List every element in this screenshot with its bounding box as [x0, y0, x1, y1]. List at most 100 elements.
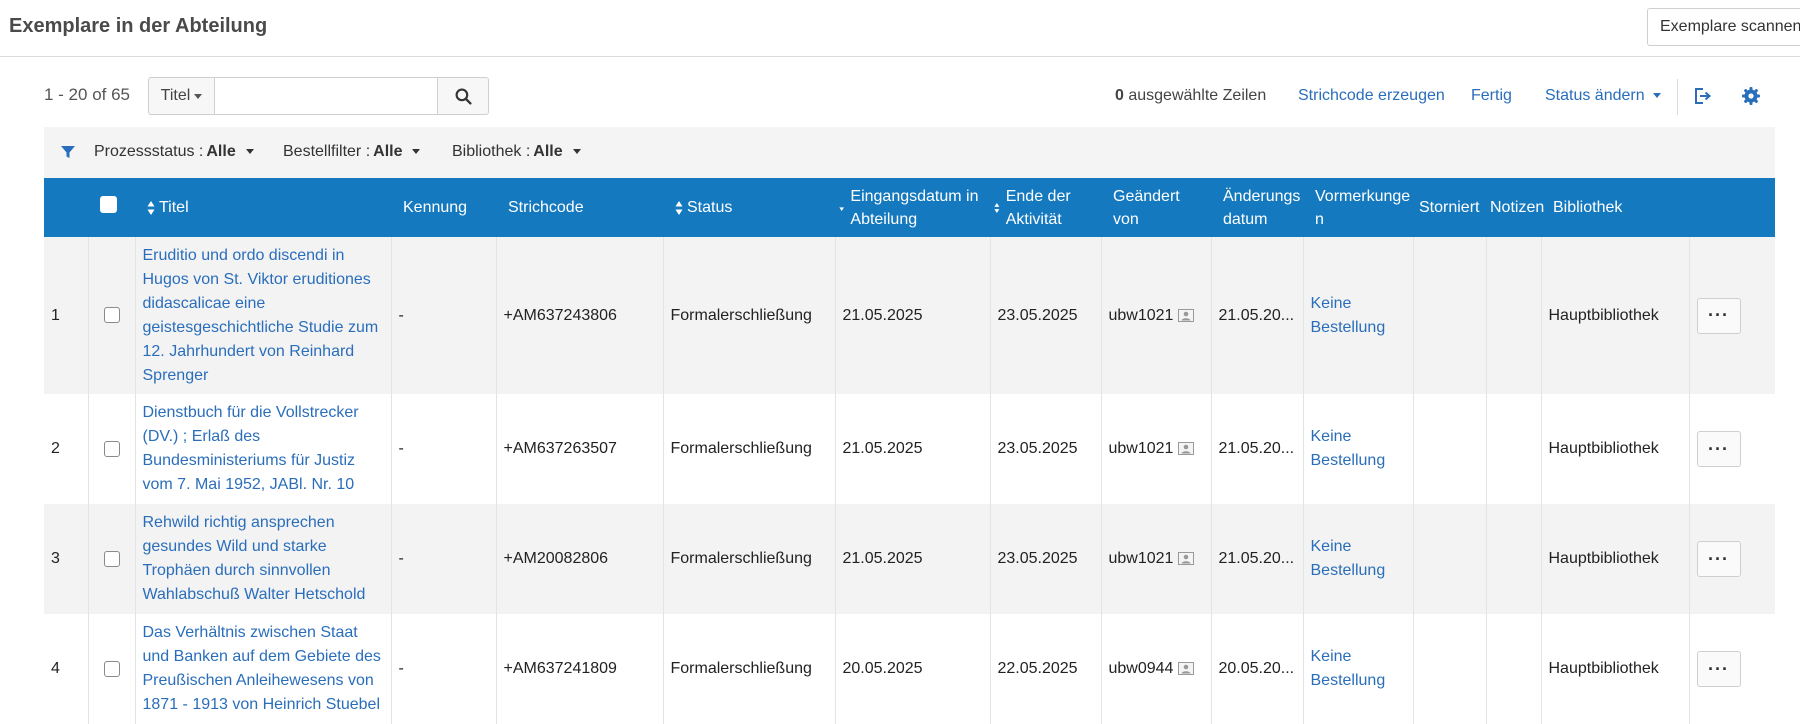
filter-order[interactable]: Bestellfilter : Alle: [283, 143, 421, 161]
item-received-date: 21.05.2025: [835, 504, 991, 614]
item-cancelled: [1413, 394, 1487, 504]
export-icon: [1695, 88, 1712, 104]
search-icon: [455, 88, 472, 105]
item-cancelled: [1413, 504, 1487, 614]
done-link[interactable]: Fertig: [1471, 87, 1512, 105]
search-field-label: Titel: [160, 87, 191, 104]
item-library: Hauptbibliothek: [1541, 394, 1690, 504]
header-modified-by[interactable]: Geändert von: [1101, 178, 1211, 237]
items-table: Titel Kennung Strichcode Status Eingangs…: [44, 178, 1775, 724]
user-card-icon[interactable]: [1178, 308, 1195, 322]
toolbar: 1 - 20 of 65 Titel 0 ausgewählte Zeilen …: [0, 57, 1800, 127]
item-modified-by: ubw1021: [1108, 550, 1174, 567]
filter-icon: [61, 146, 75, 158]
chevron-down-icon: [194, 93, 203, 99]
item-activity-end: 23.05.2025: [990, 237, 1102, 394]
page-header: Exemplare in der Abteilung Exemplare sca…: [0, 0, 1800, 57]
row-actions-button[interactable]: ···: [1696, 297, 1741, 334]
filter-label: Bestellfilter :: [283, 143, 371, 160]
chevron-down-icon: [245, 149, 254, 155]
item-barcode: +AM637241809: [496, 614, 664, 724]
row-number: 3: [44, 504, 89, 614]
item-title-link[interactable]: Das Verhältnis zwischen Staat und Banken…: [143, 624, 381, 713]
item-cancelled: [1413, 237, 1487, 394]
filter-value: Alle: [533, 143, 563, 160]
table-row: 2 Dienstbuch für die Vollstrecker (DV.) …: [44, 394, 1775, 504]
change-status-dropdown[interactable]: Status ändern: [1545, 87, 1661, 105]
row-checkbox[interactable]: [104, 660, 120, 677]
item-received-date: 21.05.2025: [835, 237, 991, 394]
header-activity-end-label: Ende der Aktivität: [1005, 187, 1071, 228]
item-status: Formalerschließung: [663, 237, 836, 394]
item-requests-link[interactable]: Keine Bestellung: [1311, 648, 1386, 689]
header-title-label: Titel: [159, 199, 189, 216]
selected-count-number: 0: [1115, 87, 1124, 104]
item-title-link[interactable]: Eruditio und ordo discendi in Hugos von …: [143, 247, 379, 384]
item-requests-link[interactable]: Keine Bestellung: [1311, 428, 1386, 469]
row-actions-button[interactable]: ···: [1696, 651, 1741, 687]
item-notes: [1486, 394, 1542, 504]
item-status: Formalerschließung: [663, 504, 836, 614]
item-modified-date: 20.05.20...: [1211, 614, 1304, 724]
gear-icon: [1742, 87, 1760, 105]
header-received-label: Eingangsdatum in Abteilung: [850, 187, 979, 228]
header-barcode[interactable]: Strichcode: [496, 178, 663, 237]
selected-rows-count: 0 ausgewählte Zeilen: [1115, 87, 1266, 105]
item-modified-by: ubw0944: [1108, 660, 1174, 677]
item-title-link[interactable]: Dienstbuch für die Vollstrecker (DV.) ; …: [143, 404, 359, 493]
search-input[interactable]: [214, 77, 438, 115]
header-notes[interactable]: Notizen: [1486, 178, 1544, 237]
sort-icon: [147, 200, 155, 215]
row-checkbox[interactable]: [104, 307, 120, 324]
export-button[interactable]: [1689, 83, 1715, 109]
item-modified-date: 21.05.20...: [1211, 237, 1304, 394]
scan-items-button[interactable]: Exemplare scannen: [1647, 8, 1800, 46]
item-barcode: +AM637263507: [496, 394, 664, 504]
row-number: 4: [44, 614, 89, 724]
search-field-dropdown[interactable]: Titel: [148, 77, 214, 115]
settings-button[interactable]: [1738, 83, 1764, 109]
header-activity-end[interactable]: Ende der Aktivität: [990, 178, 1101, 237]
header-received-date[interactable]: Eingangsdatum in Abteilung: [835, 178, 990, 237]
item-received-date: 20.05.2025: [835, 614, 991, 724]
filter-bar: Prozessstatus : Alle Bestellfilter : Alle …: [44, 127, 1775, 178]
item-barcode: +AM637243806: [496, 237, 664, 394]
search-button[interactable]: [438, 77, 489, 115]
table-row: 4 Das Verhältnis zwischen Staat und Bank…: [44, 614, 1775, 724]
generate-barcode-link[interactable]: Strichcode erzeugen: [1298, 87, 1445, 105]
table-row: 3 Rehwild richtig ansprechen gesundes Wi…: [44, 504, 1775, 614]
item-id: -: [391, 504, 497, 614]
item-library: Hauptbibliothek: [1541, 237, 1690, 394]
header-id[interactable]: Kennung: [391, 178, 496, 237]
header-library[interactable]: Bibliothek: [1541, 178, 1689, 237]
filter-library[interactable]: Bibliothek : Alle: [452, 143, 581, 161]
header-requests[interactable]: Vormerkunge n: [1303, 178, 1413, 237]
item-notes: [1486, 504, 1542, 614]
row-checkbox[interactable]: [104, 550, 120, 567]
header-title[interactable]: Titel: [135, 178, 391, 237]
filter-label: Prozessstatus :: [94, 143, 204, 160]
item-notes: [1486, 237, 1542, 394]
item-id: -: [391, 237, 497, 394]
filter-process-status[interactable]: Prozessstatus : Alle: [94, 143, 254, 161]
sort-descending-icon: [839, 206, 845, 211]
row-checkbox[interactable]: [104, 440, 120, 457]
user-card-icon[interactable]: [1178, 662, 1195, 676]
item-title-link[interactable]: Rehwild richtig ansprechen gesundes Wild…: [143, 514, 366, 603]
header-cancelled[interactable]: Storniert: [1413, 178, 1486, 237]
item-requests-link[interactable]: Keine Bestellung: [1311, 295, 1386, 336]
row-actions-button[interactable]: ···: [1696, 431, 1741, 467]
header-actions: [1689, 178, 1775, 237]
row-actions-button[interactable]: ···: [1696, 541, 1741, 577]
header-status[interactable]: Status: [663, 178, 835, 237]
item-activity-end: 23.05.2025: [990, 394, 1102, 504]
page-title: Exemplare in der Abteilung: [9, 15, 268, 37]
filter-value: Alle: [206, 143, 236, 160]
user-card-icon[interactable]: [1178, 442, 1195, 456]
select-all-checkbox[interactable]: [100, 195, 117, 213]
user-card-icon[interactable]: [1178, 552, 1195, 566]
item-requests-link[interactable]: Keine Bestellung: [1311, 538, 1386, 579]
item-modified-date: 21.05.20...: [1211, 504, 1304, 614]
chevron-down-icon: [412, 149, 421, 155]
header-modified-date[interactable]: Änderungs datum: [1211, 178, 1303, 237]
